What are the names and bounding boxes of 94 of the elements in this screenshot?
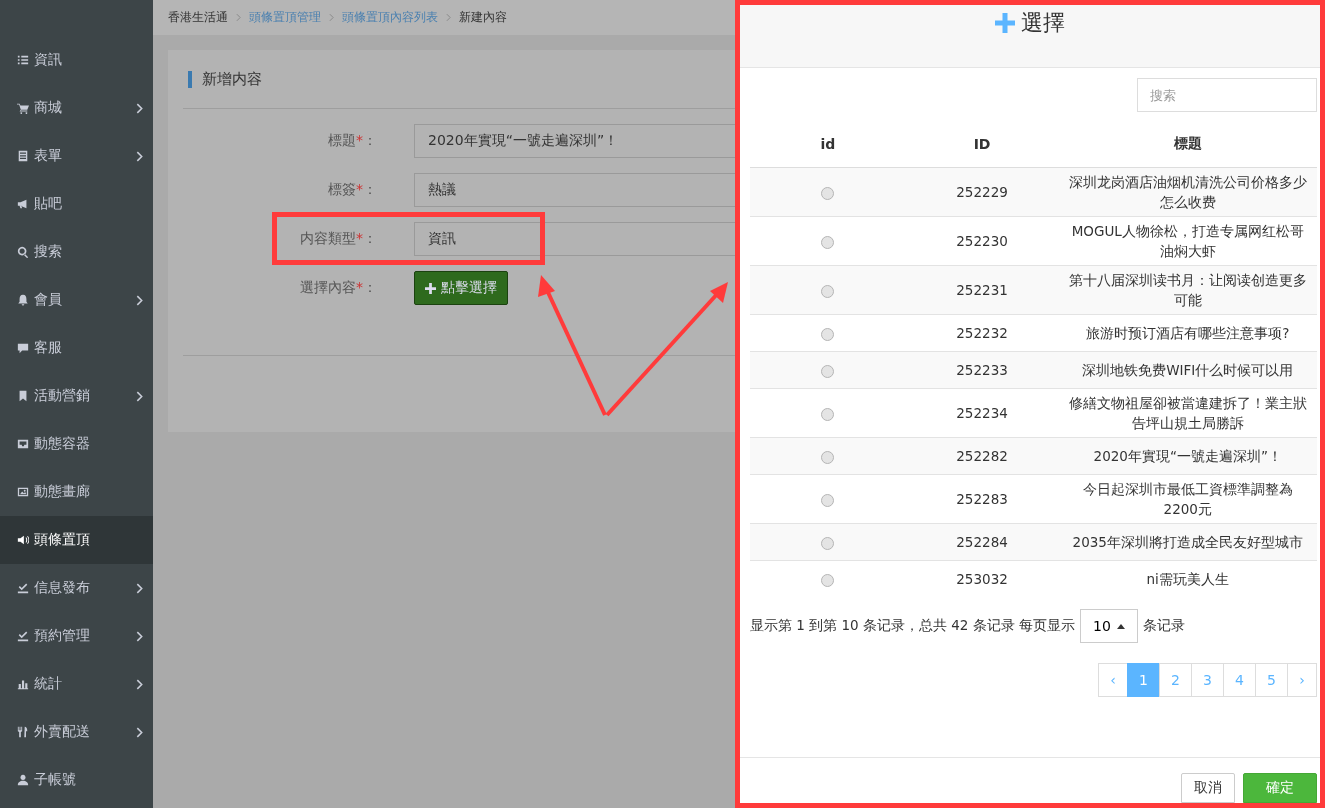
heading-bar: [188, 70, 192, 88]
table-cell: 252283: [905, 474, 1059, 524]
table-cell: 修繕文物祖屋卻被當違建拆了！業主狀告坪山規土局勝訴: [1058, 388, 1317, 438]
search-icon: [17, 246, 29, 258]
radio-button[interactable]: [821, 573, 835, 587]
form-icon: [17, 150, 29, 162]
field-label: 選擇內容*：: [299, 278, 378, 297]
radio-button[interactable]: [821, 235, 835, 249]
sidebar-item[interactable]: 統計: [0, 660, 153, 708]
breadcrumb-text: 香港生活通: [168, 9, 228, 26]
chevron-icon: [329, 13, 334, 22]
sidebar-item[interactable]: 商城: [0, 84, 153, 132]
check-icon: [17, 630, 29, 642]
table-cell: MOGUL人物徐松，打造专属网红松哥油焖大虾: [1058, 216, 1317, 266]
sidebar-item[interactable]: 動態容器: [0, 420, 153, 468]
table-cell: 252232: [905, 314, 1059, 352]
table-cell: 252284: [905, 523, 1059, 561]
radio-button[interactable]: [821, 284, 835, 298]
radio-button[interactable]: [821, 536, 835, 550]
chevron-icon: [136, 102, 143, 114]
sidebar-item[interactable]: 預約管理: [0, 612, 153, 660]
radio-button[interactable]: [821, 186, 835, 200]
search-field[interactable]: 搜索: [1137, 78, 1317, 112]
table-cell: 2035年深圳將打造成全民友好型城市: [1058, 523, 1317, 561]
table-cell: 旅游时预订酒店有哪些注意事项?: [1058, 314, 1317, 352]
chevron-icon: [236, 13, 241, 22]
sidebar-item[interactable]: 資訊: [0, 36, 153, 84]
table-cell: 252230: [905, 216, 1059, 266]
record-summary: 显示第 1 到第 10 条记录，总共 42 条记录 每页显示: [750, 617, 1075, 635]
field-label: 標簽*：: [327, 180, 378, 199]
radio-button[interactable]: [821, 450, 835, 464]
sidebar-item[interactable]: 會員: [0, 276, 153, 324]
breadcrumb-text: 新建內容: [459, 9, 507, 26]
chevron-icon: [136, 294, 143, 306]
chevron-icon: [136, 390, 143, 402]
page-size-dropdown[interactable]: 10: [1080, 609, 1138, 643]
select-button[interactable]: 點擊選擇: [414, 271, 508, 305]
table-cell: 252233: [905, 351, 1059, 389]
inbox-icon: [17, 438, 29, 450]
chevron-icon: [136, 726, 143, 738]
cart-icon: [17, 102, 29, 114]
cutlery-icon: [17, 726, 29, 738]
speaker-icon: [17, 534, 29, 546]
record-suffix: 条记录: [1142, 617, 1185, 635]
column-header: 標題: [1058, 121, 1317, 168]
sidebar-item[interactable]: 信息發布: [0, 564, 153, 612]
sidebar-item[interactable]: 客服: [0, 324, 153, 372]
sidebar-item[interactable]: 活動營銷: [0, 372, 153, 420]
chevron-icon: [136, 150, 143, 162]
radio-button[interactable]: [821, 407, 835, 421]
sidebar-item[interactable]: 頭條置頂: [0, 516, 153, 564]
field-label: 標題*：: [327, 131, 378, 150]
radio-button[interactable]: [821, 493, 835, 507]
chevron-icon: [136, 630, 143, 642]
table-cell: 深圳地铁免费WIFI什么时候可以用: [1058, 351, 1317, 389]
list-icon: [17, 54, 29, 66]
user-icon: [17, 774, 29, 786]
chevron-icon: [446, 13, 451, 22]
megaphone-icon: [17, 198, 29, 210]
table-cell: 252229: [905, 167, 1059, 217]
modal-title: 選擇: [995, 5, 1065, 41]
table-cell: 252231: [905, 265, 1059, 315]
card-heading: 新增内容: [202, 69, 262, 89]
table-cell: 2020年實現“一號走遍深圳”！: [1058, 437, 1317, 475]
column-header: ID: [905, 121, 1059, 168]
sidebar-item[interactable]: 搜索: [0, 228, 153, 276]
chat-icon: [17, 342, 29, 354]
bookmark-icon: [17, 390, 29, 402]
table-cell: 253032: [905, 560, 1059, 597]
sidebar-item[interactable]: 表單: [0, 132, 153, 180]
sidebar-item[interactable]: 動態畫廊: [0, 468, 153, 516]
field-label: 内容類型*：: [299, 229, 378, 248]
table-cell: ni需玩美人生: [1058, 560, 1317, 597]
table-cell: 252282: [905, 437, 1059, 475]
check-icon: [17, 582, 29, 594]
sidebar-item[interactable]: 子帳號: [0, 756, 153, 804]
table-cell: 252234: [905, 388, 1059, 438]
plus-icon: [995, 13, 1015, 33]
chevron-icon: [136, 678, 143, 690]
table-cell: 深圳龙岗酒店油烟机清洗公司价格多少怎么收费: [1058, 167, 1317, 217]
bar-chart-icon: [17, 678, 29, 690]
sidebar-item[interactable]: 貼吧: [0, 180, 153, 228]
table-cell: 第十八届深圳读书月：让阅读创造更多可能: [1058, 265, 1317, 315]
image-icon: [17, 486, 29, 498]
chevron-icon: [136, 582, 143, 594]
radio-button[interactable]: [821, 327, 835, 341]
radio-button[interactable]: [821, 364, 835, 378]
table-cell: 今日起深圳市最低工資標準調整為2200元: [1058, 474, 1317, 524]
sidebar-item[interactable]: 外賣配送: [0, 708, 153, 756]
bell-icon: [17, 294, 29, 306]
column-header: id: [750, 121, 906, 168]
caret-icon: [1116, 623, 1125, 629]
plus-icon: [425, 282, 436, 294]
cancel-button[interactable]: 取消: [1181, 773, 1235, 803]
